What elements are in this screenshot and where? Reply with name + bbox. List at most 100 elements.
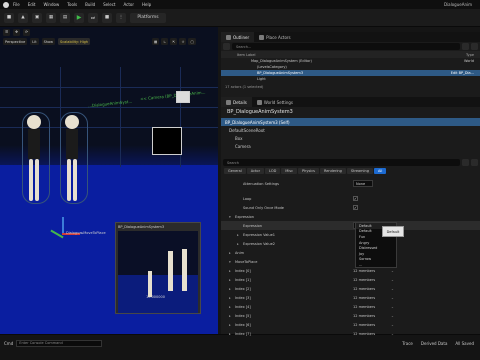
chevron-down-icon[interactable]: ⌄ [391, 323, 394, 327]
derived-data-button[interactable]: Derived Data [421, 341, 448, 346]
chevron-down-icon[interactable]: ⌄ [391, 305, 394, 309]
expand-arrow-icon[interactable]: ▸ [229, 269, 231, 273]
array-row[interactable]: ▸ Index [4] 12 members ⌄ [221, 302, 480, 311]
chevron-down-icon[interactable]: ⌄ [391, 314, 394, 318]
stop-icon[interactable]: ■ [102, 12, 112, 23]
category-actor[interactable]: Actor [246, 168, 265, 174]
property-group[interactable]: ▾ Expression [221, 212, 480, 221]
component-row[interactable]: Camera [221, 142, 480, 150]
camera-icon[interactable] [176, 91, 190, 103]
expand-arrow-icon[interactable]: ▸ [229, 314, 231, 318]
array-row[interactable]: ▸ Index [3] 12 members ⌄ [221, 293, 480, 302]
filter-icon[interactable] [462, 43, 469, 50]
chevron-down-icon[interactable]: ⌄ [391, 332, 394, 336]
lit-button[interactable]: Lit [30, 38, 39, 45]
property-row[interactable]: Attenuation Settings None [221, 179, 480, 188]
expand-arrow-icon[interactable]: ▸ [237, 233, 239, 237]
menu-tools[interactable]: Tools [67, 2, 77, 7]
play-icon[interactable]: ▶ [74, 12, 84, 23]
menu-edit[interactable]: Edit [28, 2, 36, 7]
save-icon[interactable]: ■ [4, 12, 14, 23]
expand-arrow-icon[interactable]: ▸ [229, 305, 231, 309]
property-row[interactable]: Expression Default [221, 221, 480, 230]
viewport-menu-button[interactable]: ☰ [3, 28, 11, 36]
tab-place-actors[interactable]: Place Actors [254, 32, 296, 42]
component-row-self[interactable]: BP_DialogueAnimSystem3 (Self) [221, 118, 480, 126]
menu-select[interactable]: Select [103, 2, 115, 7]
item-label-column[interactable]: Item Label [237, 53, 256, 57]
expand-arrow-icon[interactable]: ▸ [229, 296, 231, 300]
component-row[interactable]: DefaultSceneRoot [221, 126, 480, 134]
show-button[interactable]: Show [41, 38, 56, 45]
property-group[interactable]: ▸ Anim [221, 248, 480, 257]
camera-frustum[interactable] [152, 127, 182, 155]
array-row[interactable]: ▸ Index [6] 12 members ⌄ [221, 320, 480, 329]
property-row[interactable]: ▸ Expression Value1 [221, 230, 480, 239]
property-group[interactable]: ▾ MoveToPlace [221, 257, 480, 266]
menu-help[interactable]: Help [142, 2, 151, 7]
category-all[interactable]: All [373, 168, 387, 174]
type-column[interactable]: Type [466, 53, 474, 57]
category-streaming[interactable]: Streaming [346, 168, 373, 174]
property-row[interactable]: Loop ✓ [221, 194, 480, 203]
category-physics[interactable]: Physics [298, 168, 319, 174]
menu-build[interactable]: Build [85, 2, 95, 7]
menu-file[interactable]: File [13, 2, 20, 7]
property-row[interactable]: Sound Only Once Mode ✓ [221, 203, 480, 212]
trace-button[interactable]: Trace [402, 341, 413, 346]
category-lod[interactable]: LOD [265, 168, 281, 174]
array-row[interactable]: ▸ Index [1] 12 members ⌄ [221, 275, 480, 284]
transform-icon[interactable]: ✥ [13, 28, 21, 36]
scale-snap-icon[interactable]: ⇱ [170, 38, 178, 45]
details-settings-icon[interactable] [471, 159, 478, 166]
component-row[interactable]: Box [221, 134, 480, 142]
chevron-down-icon[interactable]: ⌄ [391, 287, 394, 291]
chevron-down-icon[interactable]: ⌄ [391, 278, 394, 282]
category-general[interactable]: General [224, 168, 246, 174]
attenuation-combo[interactable]: None [353, 180, 373, 187]
console-label[interactable]: Cmd [4, 341, 13, 346]
details-search-input[interactable]: Search [223, 159, 460, 166]
chevron-down-icon[interactable]: ⌄ [391, 296, 394, 300]
blueprint-icon[interactable]: ▦ [46, 12, 56, 23]
cinematics-icon[interactable]: ▤ [60, 12, 70, 23]
category-rendering[interactable]: Rendering [320, 168, 346, 174]
expand-arrow-icon[interactable]: ▸ [237, 242, 239, 246]
outliner-row[interactable]: Light [221, 76, 480, 82]
skip-icon[interactable]: ⏭ [88, 12, 98, 23]
unreal-logo-icon[interactable] [3, 1, 9, 8]
content-icon[interactable]: ▣ [32, 12, 42, 23]
platforms-button[interactable]: Platforms [130, 12, 166, 23]
property-row[interactable]: ▸ Expression Value2 [221, 239, 480, 248]
array-row[interactable]: ▸ Index [0] 12 members ⌄ [221, 266, 480, 275]
array-row[interactable]: ▸ Index [2] 12 members ⌄ [221, 284, 480, 293]
scalability-warning[interactable]: Scalability: High [58, 38, 91, 45]
tab-outliner[interactable]: Outliner [221, 32, 255, 42]
more-icon[interactable]: ⋮ [116, 12, 126, 23]
add-filter-icon[interactable] [223, 43, 230, 50]
all-saved-indicator[interactable]: All Saved [455, 341, 474, 346]
settings-icon[interactable] [471, 43, 478, 50]
expand-arrow-icon[interactable]: ▸ [229, 287, 231, 291]
collapse-arrow-icon[interactable]: ▾ [229, 215, 231, 219]
array-row[interactable]: ▸ Index [5] 12 members ⌄ [221, 311, 480, 320]
expand-arrow-icon[interactable]: ▸ [229, 332, 231, 336]
loop-checkbox[interactable]: ✓ [353, 196, 358, 201]
grid-snap-icon[interactable]: ▦ [152, 38, 160, 45]
property-matrix-icon[interactable] [462, 159, 469, 166]
tab-details[interactable]: Details [221, 97, 252, 107]
tab-world-settings[interactable]: World Settings [252, 97, 298, 107]
camera-speed-icon[interactable]: ☼ [179, 38, 187, 45]
outliner-search-input[interactable]: Search... [232, 43, 460, 50]
rotate-icon[interactable]: ⟳ [23, 28, 31, 36]
console-input[interactable]: Enter Console Command [16, 339, 103, 347]
array-row[interactable]: ▸ Index [7] 12 members ⌄ [221, 329, 480, 338]
collapse-arrow-icon[interactable]: ▾ [229, 260, 231, 264]
dropdown-option[interactable]: ... [356, 262, 396, 268]
perspective-button[interactable]: Perspective [3, 38, 28, 45]
outliner-column-header[interactable]: Item Label Type [221, 51, 480, 58]
sound-once-checkbox[interactable]: ✓ [353, 205, 358, 210]
expand-arrow-icon[interactable]: ▸ [229, 278, 231, 282]
maximize-icon[interactable]: ▢ [188, 38, 196, 45]
expand-arrow-icon[interactable]: ▸ [229, 323, 231, 327]
